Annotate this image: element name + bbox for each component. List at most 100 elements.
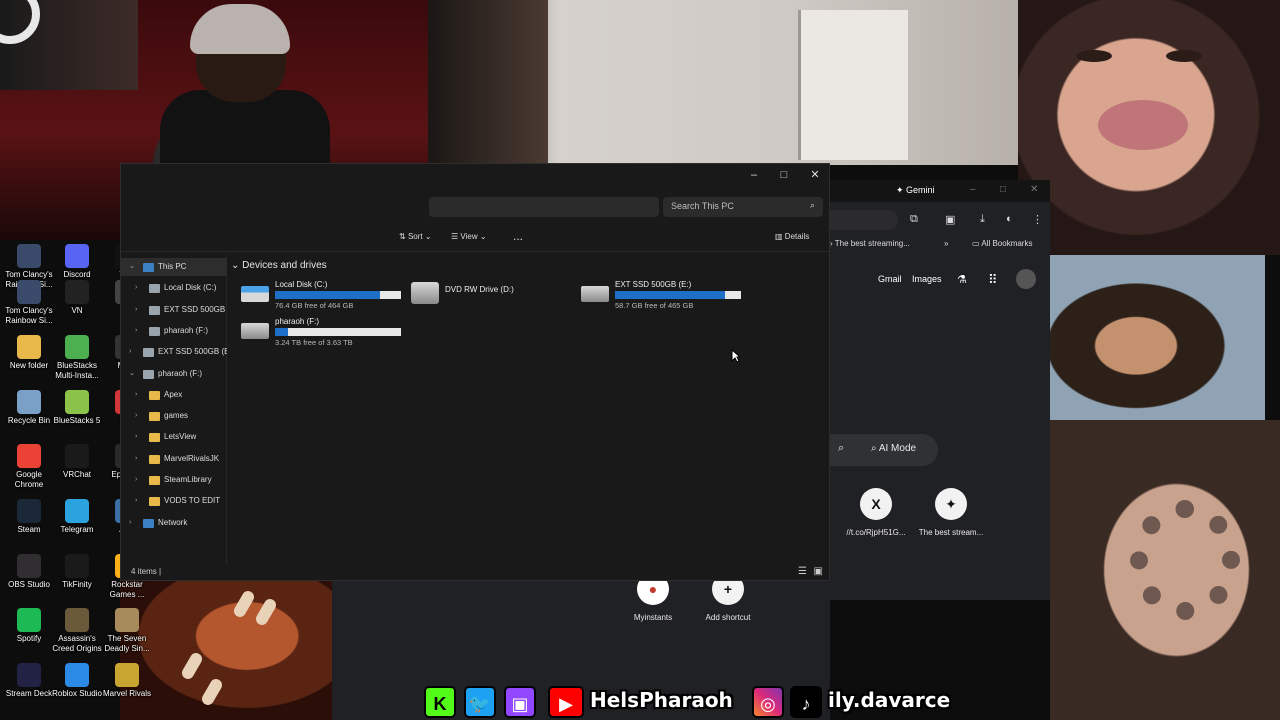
devices-section-header[interactable]: ⌄ Devices and drives (231, 260, 327, 271)
extensions-icon[interactable]: ⧉ (910, 213, 918, 226)
nav-item[interactable]: › EXT SSD 500GB (E:) (121, 343, 227, 361)
expand-chevron-icon[interactable]: › (135, 322, 137, 340)
images-link[interactable]: Images (912, 274, 942, 284)
desktop-icon[interactable]: Google Chrome (2, 444, 56, 490)
cast-icon[interactable]: ▣ (945, 213, 955, 226)
view-button[interactable]: ☰ View ⌄ (451, 232, 487, 241)
gmail-link[interactable]: Gmail (878, 274, 902, 284)
nav-item[interactable]: › VODS TO EDIT (121, 492, 227, 510)
desktop-icon[interactable]: Telegram (50, 499, 104, 535)
desktop-icon[interactable]: Marvel Rivals (100, 663, 154, 699)
expand-chevron-icon[interactable]: ⌄ (129, 365, 135, 383)
details-button[interactable]: ▥ Details (775, 232, 809, 241)
nav-item[interactable]: › EXT SSD 500GB (E:) (121, 301, 227, 319)
tiles-view-icon[interactable]: ▣ (814, 566, 823, 577)
nav-item[interactable]: › Local Disk (C:) (121, 279, 227, 297)
minimize-icon[interactable]: – (741, 166, 767, 184)
desktop-icon[interactable]: Tom Clancy's Rainbow Si... (2, 280, 56, 326)
expand-chevron-icon[interactable]: › (129, 514, 131, 532)
expand-chevron-icon[interactable]: › (135, 428, 137, 446)
ai-mode-label: ⌕ AI Mode (871, 443, 917, 454)
desktop-icon-label: OBS Studio (8, 580, 50, 589)
desktop-icon[interactable]: Stream Deck (2, 663, 56, 699)
more-button[interactable]: ... (513, 229, 523, 243)
desktop-icon[interactable]: Spotify (2, 608, 56, 644)
expand-chevron-icon[interactable]: › (135, 407, 137, 425)
drive-e[interactable]: EXT SSD 500GB (E:) 58.7 GB free of 465 G… (581, 280, 751, 314)
nav-item[interactable]: › LetsView (121, 428, 227, 446)
maximize-icon[interactable]: □ (771, 166, 797, 184)
desktop-icon[interactable]: New folder (2, 335, 56, 371)
profile-icon[interactable]: ◐ (1006, 213, 1013, 225)
expand-chevron-icon[interactable]: ⌄ (129, 258, 135, 276)
drive-f[interactable]: pharaoh (F:) 3.24 TB free of 3.63 TB (241, 317, 411, 351)
lens-icon[interactable]: ⌕ (838, 442, 844, 455)
close-icon[interactable]: ✕ (1030, 184, 1038, 195)
desktop-icon-label: The Seven Deadly Sin... (104, 634, 150, 653)
nav-item[interactable]: › MarvelRivalsJK (121, 450, 227, 468)
all-bookmarks[interactable]: ▭ All Bookmarks (972, 239, 1032, 248)
apps-icon[interactable]: ⠿ (988, 272, 998, 288)
avatar[interactable] (1016, 269, 1036, 289)
download-icon[interactable]: ⤓ (980, 213, 985, 226)
desktop-icon[interactable]: Steam (2, 499, 56, 535)
desktop-icon[interactable]: OBS Studio (2, 554, 56, 590)
shortcut-label: Myinstants (633, 613, 673, 622)
expand-chevron-icon[interactable]: › (135, 386, 137, 404)
desktop-icon[interactable]: VRChat (50, 444, 104, 480)
drive-icon (149, 326, 160, 336)
expand-chevron-icon[interactable]: › (135, 471, 137, 489)
expand-chevron-icon[interactable]: › (135, 279, 137, 297)
desktop-icon[interactable]: Discord (50, 244, 104, 280)
desktop-icon[interactable]: VN (50, 280, 104, 316)
status-bar: 4 items | (131, 567, 162, 576)
desktop-icon[interactable]: BlueStacks 5 (50, 390, 104, 426)
ai-mode-button[interactable]: ⌕ ⌕ AI Mode (830, 434, 938, 466)
app-icon (17, 608, 41, 632)
desktop-icon[interactable]: TikFinity (50, 554, 104, 590)
details-view-icon[interactable]: ☰ (798, 566, 807, 577)
address-bar[interactable] (429, 197, 659, 217)
nav-item-label: Local Disk (C:) (164, 283, 217, 293)
desktop-icon[interactable]: Assassin's Creed Origins (50, 608, 104, 654)
app-icon (65, 554, 89, 578)
desktop-icon[interactable]: Roblox Studio (50, 663, 104, 699)
desktop-icon[interactable]: BlueStacks Multi-Insta... (50, 335, 104, 381)
nav-item[interactable]: ⌄ This PC (121, 258, 227, 276)
drive-d[interactable]: DVD RW Drive (D:) (411, 280, 581, 314)
desktop-icon[interactable]: Recycle Bin (2, 390, 56, 426)
section-title: Devices and drives (242, 260, 327, 271)
shortcut-x[interactable]: X //t.co/RjpH51G... (836, 488, 916, 537)
nav-item[interactable]: › Apex (121, 386, 227, 404)
chevron-right-icon[interactable]: » (944, 239, 948, 248)
close-icon[interactable]: ✕ (802, 166, 828, 184)
tab-gemini[interactable]: ✦ Gemini (896, 185, 935, 196)
desktop-icon[interactable]: The Seven Deadly Sin... (100, 608, 154, 654)
expand-chevron-icon[interactable]: › (129, 343, 131, 361)
nav-item[interactable]: ⌄ pharaoh (F:) (121, 365, 227, 383)
nav-item[interactable]: › games (121, 407, 227, 425)
desktop-icon-label: Steam (17, 525, 41, 534)
expand-chevron-icon[interactable]: › (135, 450, 137, 468)
nav-item[interactable]: › Network (121, 514, 227, 532)
menu-icon[interactable]: ⋮ (1032, 213, 1043, 226)
bookmarks-bar: › The best streaming... » ▭ All Bookmark… (830, 236, 1050, 254)
maximize-icon[interactable]: □ (1000, 184, 1006, 195)
folder-icon (149, 390, 160, 400)
expand-chevron-icon[interactable]: › (135, 301, 137, 319)
nav-item[interactable]: › SteamLibrary (121, 471, 227, 489)
labs-icon[interactable]: ⚗ (957, 273, 967, 286)
minimize-icon[interactable]: – (970, 184, 976, 195)
sort-button[interactable]: ⇅ Sort ⌄ (399, 232, 432, 241)
nav-item-label: EXT SSD 500GB (E:) (158, 347, 227, 357)
drive-c[interactable]: Local Disk (C:) 76.4 GB free of 464 GB (241, 280, 411, 314)
omnibox[interactable] (830, 210, 898, 230)
social-banner: K 🐦 ▣ ▶ HelsPharaoh ◎ ♪ ily.davarce (418, 682, 966, 720)
shortcut-streaming[interactable]: ✦ The best stream... (911, 488, 991, 537)
youtube-icon: ▶ (548, 686, 584, 718)
expand-chevron-icon[interactable]: › (135, 492, 137, 510)
nav-item[interactable]: › pharaoh (F:) (121, 322, 227, 340)
bookmark-item[interactable]: › The best streaming... (830, 239, 910, 248)
folder-icon (149, 433, 160, 443)
search-input[interactable]: Search This PC ⌕ (663, 197, 823, 217)
